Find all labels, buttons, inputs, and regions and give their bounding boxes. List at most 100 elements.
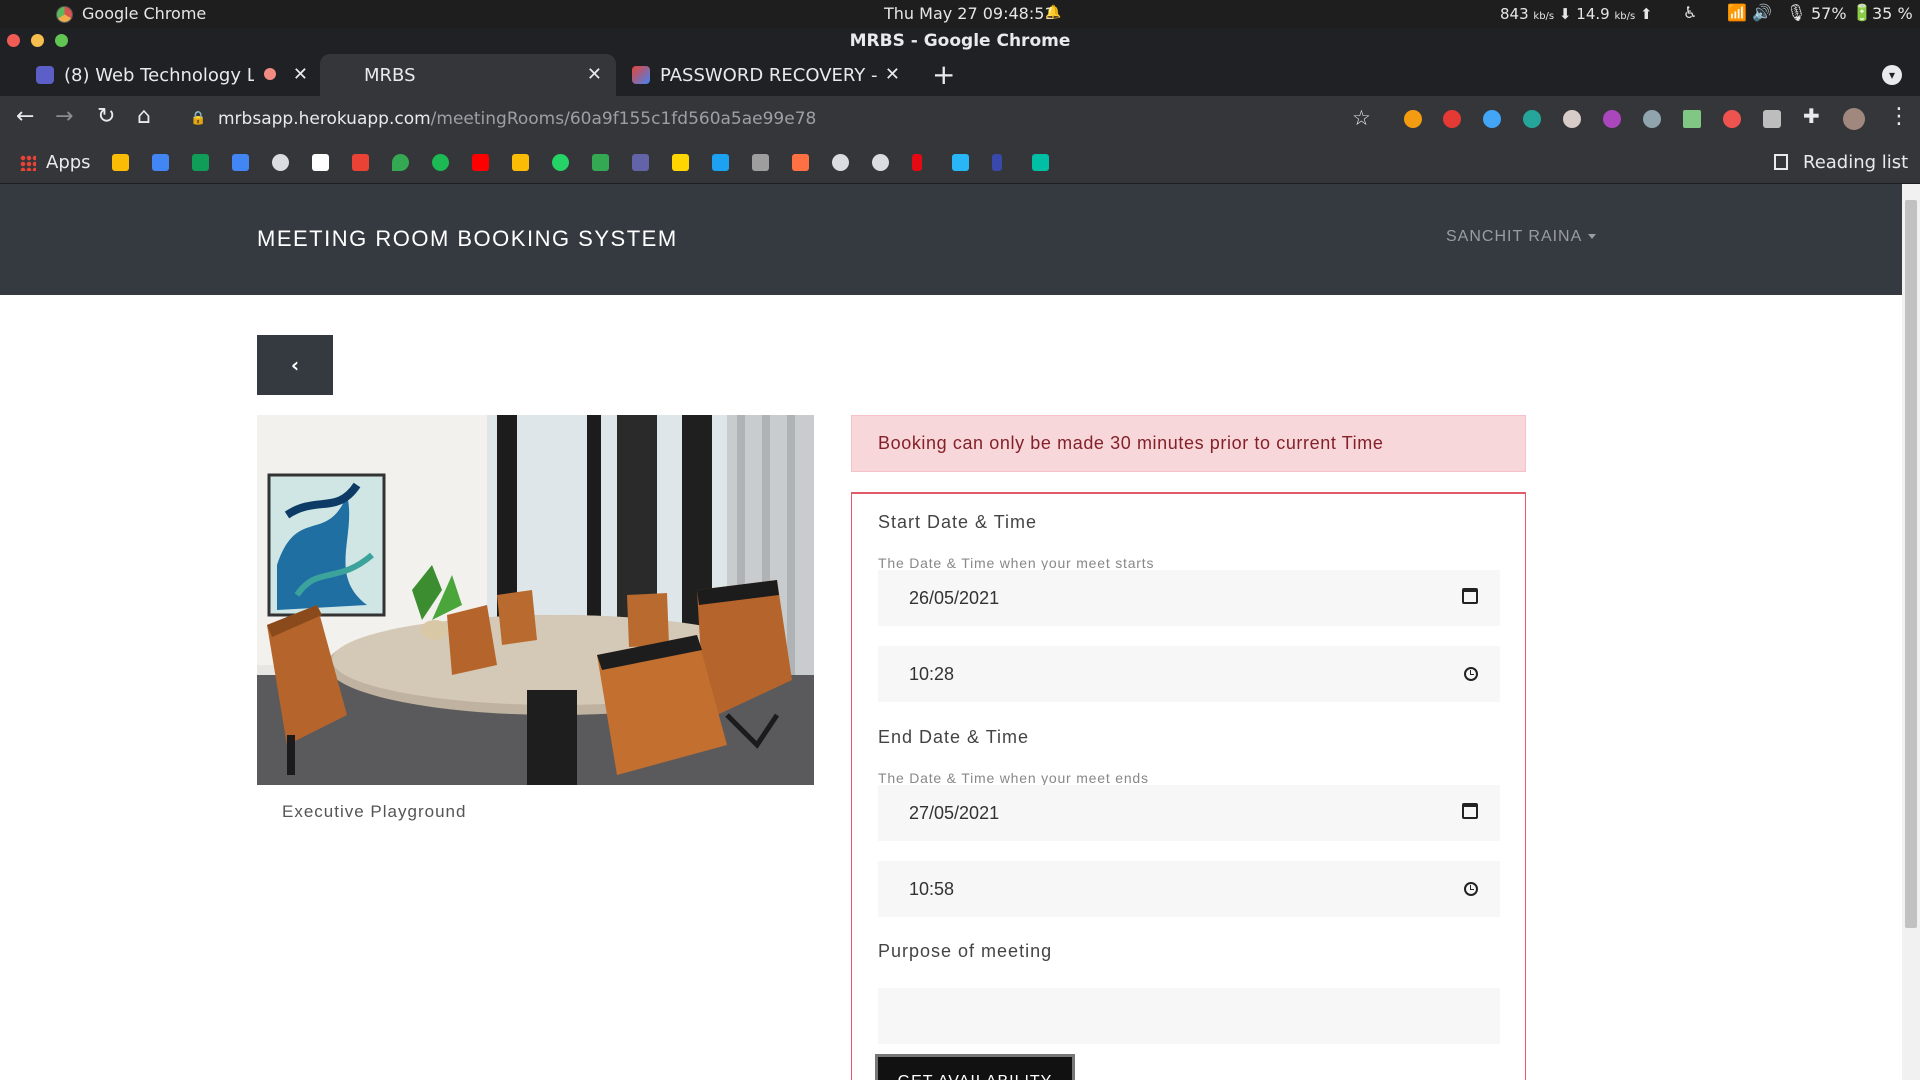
lock-icon[interactable]: 🔒	[190, 104, 206, 134]
user-dropdown[interactable]: SANCHIT RAINA	[1446, 228, 1597, 246]
r-bookmark-icon[interactable]	[1032, 154, 1049, 171]
end-time-input[interactable]: 10:58	[878, 861, 1500, 917]
start-date-input[interactable]: 26/05/2021	[878, 570, 1500, 626]
net-up-unit: kb/s	[1614, 11, 1636, 22]
tab-web-technology[interactable]: (8) Web Technology La ✕	[24, 54, 320, 96]
purpose-input[interactable]	[878, 988, 1500, 1044]
reload-icon[interactable]: ↻	[97, 104, 115, 129]
booking-form: Start Date & Time The Date & Time when y…	[851, 492, 1526, 1080]
net-down-unit: kb/s	[1533, 11, 1555, 22]
camera-icon[interactable]	[1763, 110, 1781, 128]
end-time-value: 10:58	[909, 879, 955, 899]
forward-arrow-icon[interactable]: →	[55, 104, 73, 129]
apps-grid-icon[interactable]	[20, 155, 36, 171]
room-name: Executive Playground	[282, 802, 467, 821]
start-time-value: 10:28	[909, 664, 955, 684]
url[interactable]: mrbsapp.herokuapp.com/meetingRooms/60a9f…	[218, 104, 816, 134]
user-name: SANCHIT RAINA	[1446, 228, 1583, 245]
extension-icon[interactable]	[1404, 110, 1422, 128]
new-tab-icon[interactable]: +	[932, 58, 955, 91]
tab-label: MRBS	[364, 64, 416, 86]
maps-bookmark-icon[interactable]	[392, 154, 409, 171]
back-arrow-icon[interactable]: ←	[16, 104, 34, 129]
globe-bookmark-icon[interactable]	[832, 154, 849, 171]
reading-list-icon[interactable]	[1774, 154, 1788, 170]
extension-icon[interactable]	[1643, 110, 1661, 128]
clock-icon[interactable]	[1464, 667, 1478, 681]
back-button[interactable]: ‹	[257, 335, 333, 395]
chrome-icon	[56, 6, 73, 23]
apps-bookmark[interactable]: Apps	[46, 152, 91, 173]
extension-icon[interactable]	[1683, 110, 1701, 128]
accessibility-icon[interactable]: ♿	[1683, 3, 1707, 22]
extension-icon[interactable]	[1603, 110, 1621, 128]
calendar-icon[interactable]	[1462, 588, 1478, 604]
tab-label: PASSWORD RECOVERY - s	[660, 64, 880, 86]
whatsapp-bookmark-icon[interactable]	[552, 154, 569, 171]
active-app-name[interactable]: Google Chrome	[82, 4, 206, 23]
caret-down-icon	[1588, 234, 1597, 240]
teams-favicon-icon	[36, 66, 54, 84]
sheets-bookmark-icon[interactable]	[192, 154, 209, 171]
docs-bookmark-icon[interactable]	[152, 154, 169, 171]
spotify-bookmark-icon[interactable]	[432, 154, 449, 171]
home-icon[interactable]: ⌂	[137, 104, 151, 129]
battery-percent[interactable]: 57%	[1811, 4, 1847, 23]
site-brand[interactable]: MEETING ROOM BOOKING SYSTEM	[257, 226, 678, 252]
scrollbar-thumb[interactable]	[1905, 200, 1917, 928]
drive-bookmark-icon[interactable]	[592, 154, 609, 171]
pen-bookmark-icon[interactable]	[992, 154, 1002, 171]
extensions-puzzle-icon[interactable]: ✚	[1803, 104, 1820, 128]
window-title: MRBS - Google Chrome	[849, 31, 1071, 51]
tab-search-icon[interactable]: ▾	[1882, 65, 1902, 85]
kebab-menu-icon[interactable]: ⋮	[1888, 104, 1910, 129]
extension-icon[interactable]	[1443, 110, 1461, 128]
get-availability-button[interactable]: GET AVAILABILITY	[875, 1054, 1075, 1080]
page-bookmark-icon[interactable]	[312, 154, 329, 171]
keep-bookmark-icon[interactable]	[512, 154, 529, 171]
address-bar[interactable]: 🔒 mrbsapp.herokuapp.com/meetingRooms/60a…	[176, 104, 1356, 134]
drive-bookmark-icon[interactable]	[112, 154, 129, 171]
teams-bookmark-icon[interactable]	[632, 154, 649, 171]
netflix-bookmark-icon[interactable]	[912, 154, 922, 171]
extension-icon[interactable]	[1723, 110, 1741, 128]
recording-icon	[264, 68, 276, 80]
extension-icon[interactable]	[1563, 110, 1581, 128]
extension-icon[interactable]	[1483, 110, 1501, 128]
scholar-bookmark-icon[interactable]	[792, 154, 809, 171]
end-label: End Date & Time	[878, 727, 1030, 747]
clock-icon[interactable]	[1464, 882, 1478, 896]
docs-bookmark-icon[interactable]	[232, 154, 249, 171]
end-date-input[interactable]: 27/05/2021	[878, 785, 1500, 841]
tab-mrbs[interactable]: MRBS ✕	[320, 54, 616, 96]
url-host: mrbsapp.herokuapp.com	[218, 109, 431, 129]
tab-label: (8) Web Technology La	[64, 64, 254, 86]
clock[interactable]: Thu May 27 09:48:51	[884, 4, 1055, 23]
bookmark-star-icon[interactable]: ☆	[1352, 106, 1371, 130]
network-speed: 843 kb/s ⬇ 14.9 kb/s ⬆	[1500, 5, 1653, 23]
twitter-bookmark-icon[interactable]	[712, 154, 729, 171]
reading-list-button[interactable]: Reading list	[1803, 152, 1908, 173]
extension-icon[interactable]	[1523, 110, 1541, 128]
browser-toolbar: ← → ↻ ⌂ 🔒 mrbsapp.herokuapp.com/meetingR…	[0, 96, 1920, 142]
globe-bookmark-icon[interactable]	[872, 154, 889, 171]
bookmarks-bar: Apps Reading list	[0, 142, 1920, 184]
mail-bookmark-icon[interactable]	[752, 154, 769, 171]
down-arrow-icon: ⬇	[1558, 5, 1572, 23]
tab-strip: (8) Web Technology La ✕ MRBS ✕ PASSWORD …	[0, 54, 1920, 96]
close-tab-icon[interactable]: ✕	[885, 64, 900, 85]
volume-icon[interactable]: 🔊	[1752, 3, 1782, 22]
miro-bookmark-icon[interactable]	[672, 154, 689, 171]
youtube-bookmark-icon[interactable]	[472, 154, 489, 171]
start-time-input[interactable]: 10:28	[878, 646, 1500, 702]
calendar-icon[interactable]	[1462, 803, 1478, 819]
gmail-favicon-icon	[632, 66, 650, 84]
profile-avatar[interactable]	[1843, 108, 1865, 130]
tab-password-recovery[interactable]: PASSWORD RECOVERY - s ✕	[620, 54, 912, 96]
net-down: 843	[1500, 5, 1529, 23]
bootstrap-bookmark-icon[interactable]	[952, 154, 969, 171]
close-tab-icon[interactable]: ✕	[587, 64, 602, 85]
globe-bookmark-icon[interactable]	[272, 154, 289, 171]
close-tab-icon[interactable]: ✕	[293, 64, 308, 85]
gmail-bookmark-icon[interactable]	[352, 154, 369, 171]
